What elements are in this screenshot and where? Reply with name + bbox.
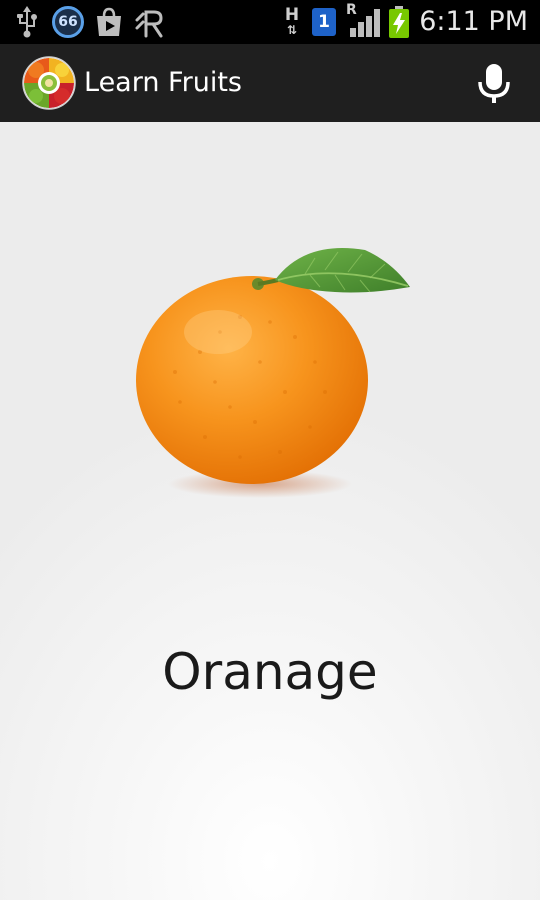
sim-1-label: 1 xyxy=(318,12,330,32)
badge-66-icon: 66 xyxy=(52,6,84,38)
microphone-icon[interactable] xyxy=(474,62,514,106)
network-h-label: H xyxy=(284,5,300,25)
app-logo-icon[interactable] xyxy=(22,56,76,110)
signal-icon xyxy=(350,9,380,37)
orange-with-leaf-image[interactable] xyxy=(120,242,420,502)
badge-66-label: 66 xyxy=(58,14,78,30)
fruit-card[interactable]: Oranage xyxy=(0,122,540,900)
battery-charging-icon xyxy=(389,6,409,38)
action-bar: Learn Fruits xyxy=(0,44,540,122)
data-arrows-icon: ⇅ xyxy=(286,23,298,37)
usb-icon xyxy=(17,6,37,38)
status-time: 6:11 PM xyxy=(419,6,528,37)
app-r-icon xyxy=(135,10,163,38)
play-store-icon xyxy=(97,7,121,36)
network-h-icon: H ⇅ xyxy=(282,6,302,38)
screen: 66 H ⇅ 1 R 6:11 PM Learn Fruits Oranage xyxy=(0,0,540,900)
app-title: Learn Fruits xyxy=(84,67,242,98)
sim-1-icon: 1 xyxy=(312,8,336,36)
status-bar: 66 H ⇅ 1 R 6:11 PM xyxy=(0,0,540,44)
fruit-name-label: Oranage xyxy=(162,643,378,701)
